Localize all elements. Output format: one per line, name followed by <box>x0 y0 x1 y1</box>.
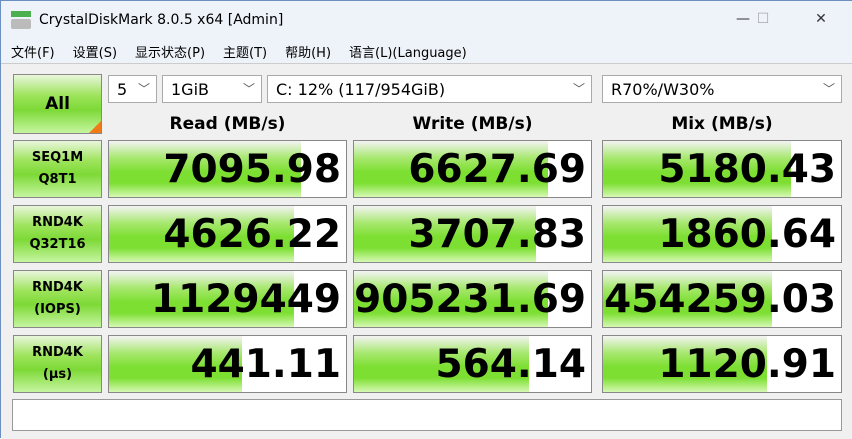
mix-value: 5180.43 <box>658 147 836 192</box>
write-value: 564.14 <box>435 342 587 387</box>
test-label-line2: Q8T1 <box>38 172 77 187</box>
test-count-value: 5 <box>117 79 128 99</box>
title-bar: CrystalDiskMark 8.0.5 x64 [Admin] — ☐ ✕ <box>1 1 852 39</box>
menu-file[interactable]: 文件(F) <box>11 42 55 61</box>
read-value: 1129449 <box>151 277 341 322</box>
status-bar <box>12 399 842 431</box>
mix-ratio-value: R70%/W30% <box>611 79 715 99</box>
test-label-line1: RND4K <box>32 215 83 230</box>
menu-display[interactable]: 显示状态(P) <box>135 42 205 61</box>
app-icon <box>11 11 31 29</box>
mix-result-cell: 1860.64 <box>602 205 842 263</box>
write-result-cell: 3707.83 <box>353 205 592 263</box>
test-size-value: 1GiB <box>171 79 209 99</box>
read-result-cell: 7095.98 <box>108 140 347 198</box>
write-result-cell: 6627.69 <box>353 140 592 198</box>
chevron-down-icon: ﹀ <box>242 82 255 96</box>
chevron-down-icon: ﹀ <box>822 82 835 96</box>
test-label-line2: (IOPS) <box>34 302 81 317</box>
all-button[interactable]: All <box>13 74 102 134</box>
write-result-cell: 564.14 <box>353 335 592 393</box>
window-title: CrystalDiskMark 8.0.5 x64 [Admin] <box>39 12 284 28</box>
write-value: 3707.83 <box>408 212 586 257</box>
mix-value: 454259.03 <box>604 277 836 322</box>
close-button[interactable]: ✕ <box>799 1 843 37</box>
test-size-select[interactable]: 1GiB ﹀ <box>162 75 262 103</box>
test-label-line2: (μs) <box>42 367 73 382</box>
test-button-4[interactable]: RND4K (μs) <box>13 335 102 393</box>
all-label: All <box>45 94 70 114</box>
mix-result-cell: 5180.43 <box>602 140 842 198</box>
mix-result-cell: 1120.91 <box>602 335 842 393</box>
test-button-1[interactable]: SEQ1M Q8T1 <box>13 140 102 198</box>
write-value: 6627.69 <box>408 147 586 192</box>
drive-value: C: 12% (117/954GiB) <box>276 79 446 99</box>
menu-theme[interactable]: 主题(T) <box>223 42 267 61</box>
mix-result-cell: 454259.03 <box>602 270 842 328</box>
main-panel: All 5 ﹀ 1GiB ﹀ C: 12% (117/954GiB) ﹀ R70%/W… <box>1 64 852 439</box>
read-result-cell: 1129449 <box>108 270 347 328</box>
read-result-cell: 441.11 <box>108 335 347 393</box>
maximize-button[interactable]: ☐ <box>741 1 785 37</box>
mix-value: 1120.91 <box>658 342 836 387</box>
menu-help[interactable]: 帮助(H) <box>285 42 331 61</box>
test-button-2[interactable]: RND4K Q32T16 <box>13 205 102 263</box>
mix-value: 1860.64 <box>658 212 836 257</box>
test-label-line2: Q32T16 <box>29 237 86 252</box>
write-header: Write (MB/s) <box>412 114 533 134</box>
mix-header: Mix (MB/s) <box>671 114 773 134</box>
chevron-down-icon: ﹀ <box>137 82 150 96</box>
read-result-cell: 4626.22 <box>108 205 347 263</box>
menu-settings[interactable]: 设置(S) <box>73 42 117 61</box>
drive-select[interactable]: C: 12% (117/954GiB) ﹀ <box>267 75 592 103</box>
test-count-select[interactable]: 5 ﹀ <box>108 75 157 103</box>
test-label-line1: RND4K <box>32 280 83 295</box>
menu-language[interactable]: 语言(L)(Language) <box>349 42 467 61</box>
corner-marker <box>89 121 101 133</box>
read-header: Read (MB/s) <box>169 114 286 134</box>
mix-ratio-select[interactable]: R70%/W30% ﹀ <box>602 75 842 103</box>
test-button-3[interactable]: RND4K (IOPS) <box>13 270 102 328</box>
read-value: 441.11 <box>190 342 342 387</box>
read-value: 4626.22 <box>163 212 341 257</box>
test-label-line1: RND4K <box>32 345 83 360</box>
chevron-down-icon: ﹀ <box>572 82 585 96</box>
test-label-line1: SEQ1M <box>31 150 84 165</box>
write-value: 905231.69 <box>354 277 586 322</box>
read-value: 7095.98 <box>163 147 341 192</box>
write-result-cell: 905231.69 <box>353 270 592 328</box>
menu-bar: 文件(F) 设置(S) 显示状态(P) 主题(T) 帮助(H) 语言(L)(La… <box>1 39 852 64</box>
